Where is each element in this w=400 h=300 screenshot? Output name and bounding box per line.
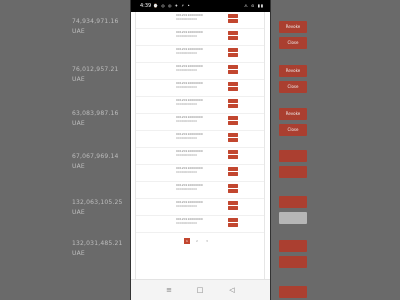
pagination: 1 2 3 xyxy=(136,238,264,246)
row-action-button-secondary[interactable] xyxy=(228,223,238,227)
row-action-button-primary[interactable] xyxy=(228,116,238,120)
row-action-button-secondary[interactable] xyxy=(228,19,238,23)
row-action-button-secondary[interactable] xyxy=(228,87,238,91)
table-cell-secondary: 00000000000 xyxy=(176,136,197,140)
row-action-button-primary[interactable] xyxy=(228,218,238,222)
row-action-button-primary[interactable] xyxy=(228,201,238,205)
background-revoke-button-7 xyxy=(279,286,307,298)
row-action-button-secondary[interactable] xyxy=(228,53,238,57)
table-row: 00120110000000 00000000000 xyxy=(136,199,264,216)
row-action-button-primary[interactable] xyxy=(228,133,238,137)
row-action-button-secondary[interactable] xyxy=(228,155,238,159)
row-action-button-primary[interactable] xyxy=(228,31,238,35)
table-cell-secondary: 00000000000 xyxy=(176,204,197,208)
background-close-button-2: Close xyxy=(279,81,307,93)
background-revoke-button-3: Revoke xyxy=(279,108,307,120)
background-left-text-9: 132,063,105.25 xyxy=(72,199,123,206)
background-left-text-6: UAE xyxy=(72,120,85,127)
background-left-text-7: 67,067,969.14 xyxy=(72,153,119,160)
row-action-button-primary[interactable] xyxy=(228,82,238,86)
phone-screen: 4:39 ⌚ ◎ ◎ ✈ ⚡ • ⚠ ⊙ ▮▮ 00120110000000 0… xyxy=(131,0,270,300)
row-action-button-secondary[interactable] xyxy=(228,138,238,142)
table-cell-secondary: 00000000000 xyxy=(176,51,197,55)
table-row: 00120110000000 00000000000 xyxy=(136,63,264,80)
background-left-text-2: UAE xyxy=(72,28,85,35)
background-left-text-11: 132,031,485.21 xyxy=(72,240,123,247)
table-row: 00120110000000 00000000000 xyxy=(136,46,264,63)
row-action-button-primary[interactable] xyxy=(228,48,238,52)
back-icon[interactable]: ◁ xyxy=(227,286,237,294)
status-time: 4:39 xyxy=(140,3,152,9)
background-close-button-4 xyxy=(279,166,307,178)
table-row: 00120110000000 00000000000 xyxy=(136,114,264,131)
row-action-button-primary[interactable] xyxy=(228,99,238,103)
table-cell-secondary: 00000000000 xyxy=(176,102,197,106)
row-action-button-secondary[interactable] xyxy=(228,70,238,74)
table-cell-secondary: 00000000000 xyxy=(176,68,197,72)
table-cell-secondary: 00000000000 xyxy=(176,85,197,89)
android-nav-bar: ≡ □ ◁ xyxy=(131,279,270,300)
background-left-text-10: UAE xyxy=(72,209,85,216)
row-action-button-secondary[interactable] xyxy=(228,172,238,176)
menu-icon[interactable]: ≡ xyxy=(164,286,174,294)
table-cell-secondary: 00000000000 xyxy=(176,170,197,174)
status-bar: 4:39 ⌚ ◎ ◎ ✈ ⚡ • ⚠ ⊙ ▮▮ xyxy=(131,0,270,12)
background-revoke-button-5 xyxy=(279,196,307,208)
table-row: 00120110000000 00000000000 xyxy=(136,148,264,165)
background-revoke-button-6 xyxy=(279,240,307,252)
table-row: 00120110000000 00000000000 xyxy=(136,131,264,148)
table-cell-secondary: 00000000000 xyxy=(176,17,197,21)
table-row: 00120110000000 00000000000 xyxy=(136,12,264,29)
table-row: 00120110000000 00000000000 xyxy=(136,97,264,114)
background-close-button-6 xyxy=(279,256,307,268)
row-action-button-primary[interactable] xyxy=(228,184,238,188)
table-cell-secondary: 00000000000 xyxy=(176,187,197,191)
table-cell-secondary: 00000000000 xyxy=(176,34,197,38)
background-close-button-5 xyxy=(279,212,307,224)
table-cell-secondary: 00000000000 xyxy=(176,119,197,123)
background-revoke-button-2: Revoke xyxy=(279,65,307,77)
background-left-text-8: UAE xyxy=(72,163,85,170)
row-action-button-primary[interactable] xyxy=(228,167,238,171)
table-row: 00120110000000 00000000000 xyxy=(136,80,264,97)
home-icon[interactable]: □ xyxy=(195,286,205,294)
background-close-button-1: Close xyxy=(279,37,307,49)
background-left-text-12: UAE xyxy=(72,250,85,257)
background-close-button-3: Close xyxy=(279,124,307,136)
background-left-text-5: 63,083,987.16 xyxy=(72,110,119,117)
background-revoke-button-1: Revoke xyxy=(279,21,307,33)
row-action-button-primary[interactable] xyxy=(228,150,238,154)
table-cell-secondary: 00000000000 xyxy=(176,221,197,225)
table-row: 00120110000000 00000000000 xyxy=(136,165,264,182)
row-action-button-secondary[interactable] xyxy=(228,121,238,125)
page-button-3[interactable]: 3 xyxy=(204,238,210,244)
table-row: 00120110000000 00000000000 xyxy=(136,29,264,46)
background-left-text-3: 76,012,957.21 xyxy=(72,66,119,73)
table-row: 00120110000000 00000000000 xyxy=(136,216,264,233)
status-left-icons: ⌚ ◎ ◎ ✈ ⚡ • xyxy=(153,3,191,8)
status-right-icons: ⚠ ⊙ ▮▮ xyxy=(244,3,264,8)
main-panel: 00120110000000 00000000000 0012011000000… xyxy=(135,12,265,282)
table-cell-secondary: 00000000000 xyxy=(176,153,197,157)
table-row: 00120110000000 00000000000 xyxy=(136,182,264,199)
page-button-2[interactable]: 2 xyxy=(194,238,200,244)
row-action-button-primary[interactable] xyxy=(228,65,238,69)
background-left-panel xyxy=(0,0,131,300)
background-revoke-button-4 xyxy=(279,150,307,162)
row-action-button-secondary[interactable] xyxy=(228,206,238,210)
row-action-button-secondary[interactable] xyxy=(228,104,238,108)
background-left-text-1: 74,934,971.16 xyxy=(72,18,119,25)
background-left-text-4: UAE xyxy=(72,76,85,83)
row-action-button-secondary[interactable] xyxy=(228,36,238,40)
row-action-button-primary[interactable] xyxy=(228,14,238,18)
page-button-1[interactable]: 1 xyxy=(184,238,190,244)
row-action-button-secondary[interactable] xyxy=(228,189,238,193)
